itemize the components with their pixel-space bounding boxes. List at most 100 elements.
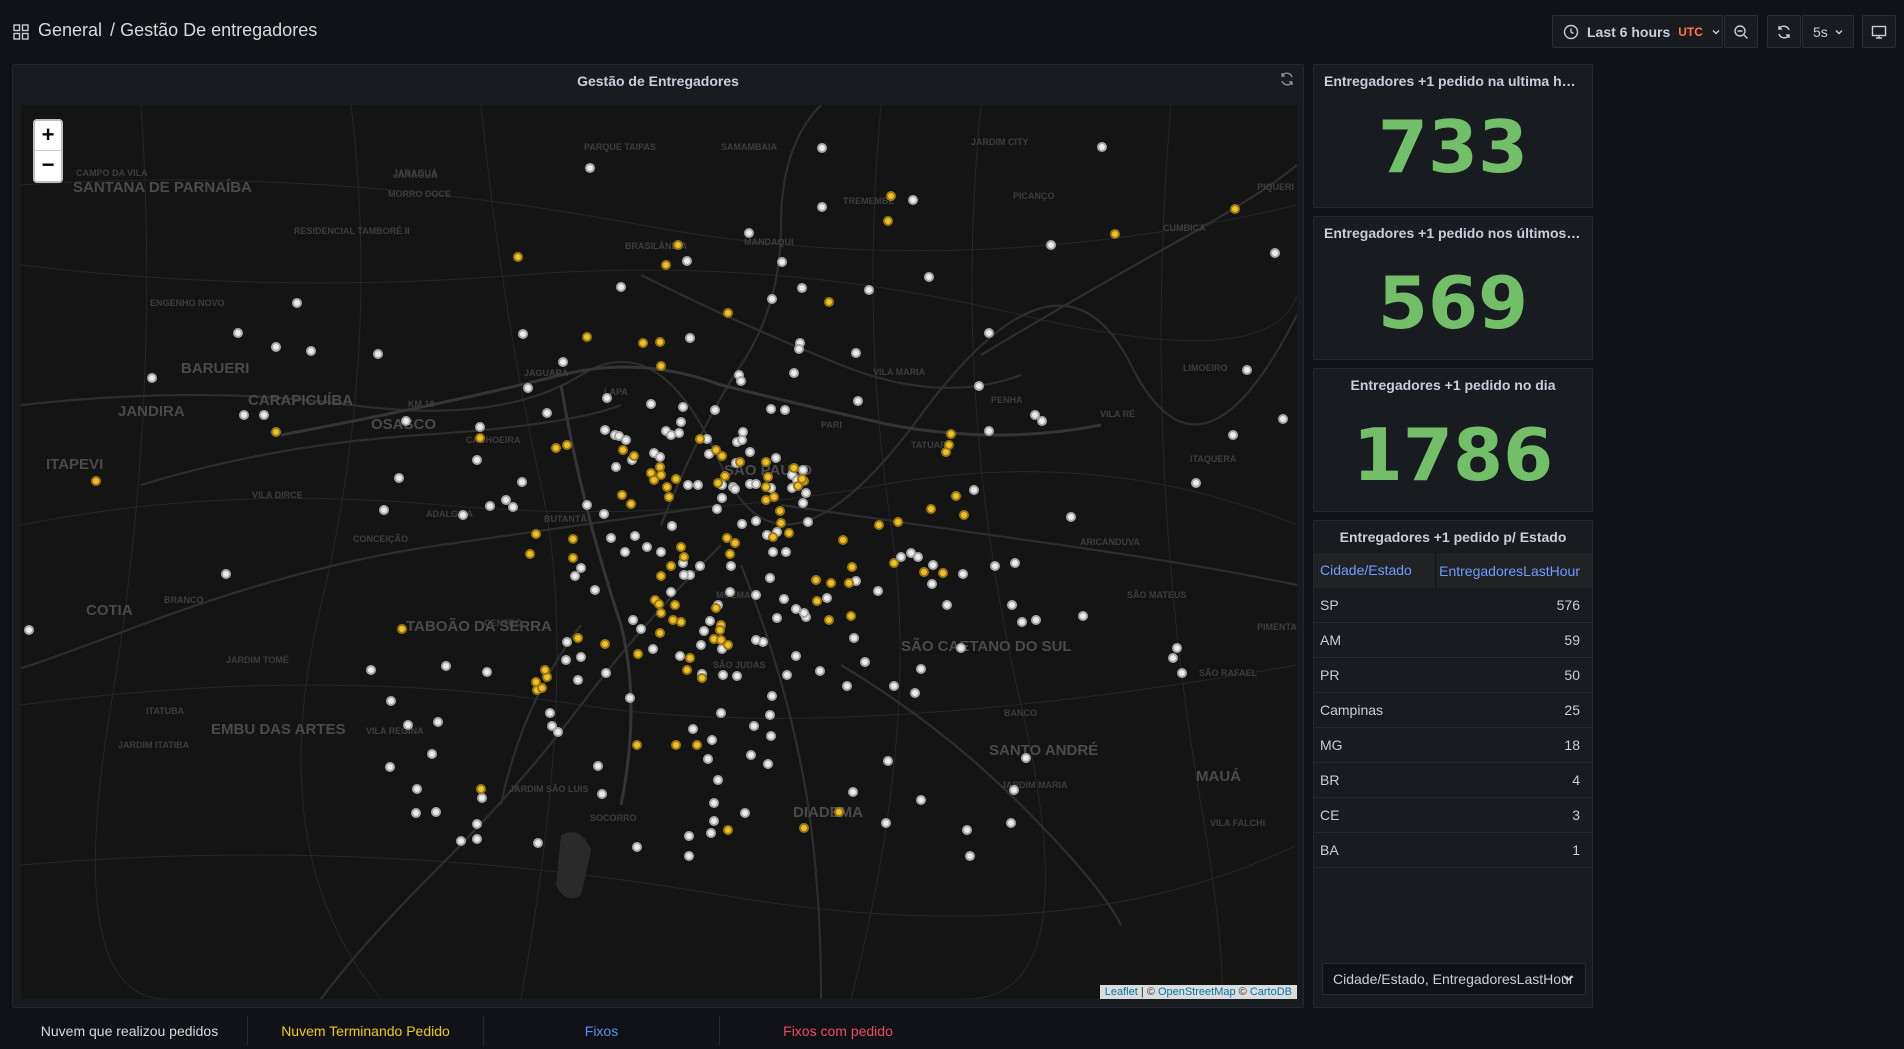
courier-marker-white[interactable]	[693, 480, 703, 490]
courier-marker-yellow[interactable]	[666, 561, 676, 571]
courier-marker-white[interactable]	[910, 688, 920, 698]
courier-marker-white[interactable]	[990, 561, 1000, 571]
courier-marker-white[interactable]	[791, 651, 801, 661]
courier-marker-white[interactable]	[717, 493, 727, 503]
courier-marker-white[interactable]	[147, 373, 157, 383]
courier-marker-yellow[interactable]	[889, 558, 899, 568]
courier-marker-white[interactable]	[703, 754, 713, 764]
courier-marker-yellow[interactable]	[695, 434, 705, 444]
courier-marker-yellow[interactable]	[656, 470, 666, 480]
courier-marker-white[interactable]	[737, 519, 747, 529]
courier-marker-yellow[interactable]	[926, 504, 936, 514]
courier-marker-yellow[interactable]	[513, 252, 523, 262]
courier-marker-white[interactable]	[656, 547, 666, 557]
courier-marker-yellow[interactable]	[761, 457, 771, 467]
map-canvas[interactable]: Santana de Parnaíba Barueri Jandira Carapic…	[21, 105, 1297, 999]
courier-marker-yellow[interactable]	[768, 532, 778, 542]
legend-item-fixos-com-pedido[interactable]: Fixos com pedido	[720, 1016, 956, 1046]
courier-marker-white[interactable]	[766, 404, 776, 414]
courier-marker-yellow[interactable]	[682, 665, 692, 675]
courier-marker-white[interactable]	[688, 724, 698, 734]
courier-marker-white[interactable]	[817, 143, 827, 153]
courier-marker-yellow[interactable]	[811, 575, 821, 585]
courier-marker-white[interactable]	[699, 626, 709, 636]
courier-marker-white[interactable]	[646, 399, 656, 409]
courier-marker-yellow[interactable]	[723, 308, 733, 318]
courier-marker-white[interactable]	[472, 819, 482, 829]
courier-marker-white[interactable]	[695, 561, 705, 571]
courier-marker-white[interactable]	[600, 425, 610, 435]
courier-marker-white[interactable]	[916, 795, 926, 805]
courier-marker-white[interactable]	[441, 661, 451, 671]
courier-marker-white[interactable]	[1006, 818, 1016, 828]
courier-marker-white[interactable]	[817, 202, 827, 212]
courier-marker-yellow[interactable]	[664, 492, 674, 502]
courier-marker-yellow[interactable]	[725, 549, 735, 559]
courier-marker-white[interactable]	[403, 720, 413, 730]
courier-marker-white[interactable]	[798, 498, 808, 508]
courier-marker-yellow[interactable]	[676, 617, 686, 627]
courier-marker-white[interactable]	[726, 561, 736, 571]
table-title[interactable]: Entregadores +1 pedido p/ Estado	[1314, 529, 1592, 545]
dashboards-grid-icon[interactable]	[13, 24, 29, 40]
courier-marker-white[interactable]	[518, 329, 528, 339]
courier-marker-white[interactable]	[1007, 600, 1017, 610]
courier-marker-yellow[interactable]	[959, 510, 969, 520]
stat-title[interactable]: Entregadores +1 pedido nos últimos 30 ..…	[1314, 225, 1592, 241]
courier-marker-white[interactable]	[740, 808, 750, 818]
courier-marker-yellow[interactable]	[1110, 229, 1120, 239]
courier-marker-yellow[interactable]	[775, 506, 785, 516]
courier-marker-yellow[interactable]	[671, 474, 681, 484]
courier-marker-white[interactable]	[881, 818, 891, 828]
courier-marker-yellow[interactable]	[715, 625, 725, 635]
courier-marker-white[interactable]	[602, 393, 612, 403]
courier-marker-white[interactable]	[411, 808, 421, 818]
courier-marker-yellow[interactable]	[655, 628, 665, 638]
column-header-cidade[interactable]: Cidade/Estado	[1314, 553, 1436, 588]
courier-marker-white[interactable]	[24, 625, 34, 635]
courier-marker-yellow[interactable]	[893, 517, 903, 527]
courier-marker-white[interactable]	[1010, 558, 1020, 568]
courier-marker-white[interactable]	[1097, 142, 1107, 152]
courier-marker-white[interactable]	[696, 640, 706, 650]
courier-marker-yellow[interactable]	[656, 608, 666, 618]
courier-marker-white[interactable]	[765, 573, 775, 583]
courier-marker-white[interactable]	[710, 405, 720, 415]
courier-marker-white[interactable]	[611, 462, 621, 472]
courier-marker-white[interactable]	[456, 836, 466, 846]
courier-marker-white[interactable]	[716, 708, 726, 718]
courier-marker-white[interactable]	[706, 828, 716, 838]
courier-marker-white[interactable]	[848, 787, 858, 797]
courier-marker-white[interactable]	[394, 473, 404, 483]
courier-marker-yellow[interactable]	[638, 338, 648, 348]
courier-marker-yellow[interactable]	[763, 472, 773, 482]
courier-marker-white[interactable]	[751, 590, 761, 600]
courier-marker-white[interactable]	[707, 735, 717, 745]
courier-marker-white[interactable]	[221, 569, 231, 579]
courier-marker-white[interactable]	[745, 447, 755, 457]
zoom-out-time-button[interactable]	[1724, 15, 1758, 48]
courier-marker-white[interactable]	[431, 807, 441, 817]
courier-marker-white[interactable]	[780, 405, 790, 415]
courier-marker-white[interactable]	[1278, 414, 1288, 424]
courier-marker-yellow[interactable]	[656, 361, 666, 371]
courier-marker-white[interactable]	[908, 195, 918, 205]
courier-marker-white[interactable]	[916, 664, 926, 674]
courier-marker-white[interactable]	[1021, 753, 1031, 763]
courier-marker-white[interactable]	[373, 349, 383, 359]
courier-marker-yellow[interactable]	[946, 429, 956, 439]
map-panel-title[interactable]: Gestão de Entregadores	[13, 73, 1303, 89]
courier-marker-white[interactable]	[803, 517, 813, 527]
courier-marker-yellow[interactable]	[626, 499, 636, 509]
refresh-interval-picker[interactable]: 5s	[1802, 15, 1854, 48]
courier-marker-white[interactable]	[685, 333, 695, 343]
courier-marker-white[interactable]	[974, 381, 984, 391]
courier-marker-white[interactable]	[751, 516, 761, 526]
courier-marker-white[interactable]	[306, 346, 316, 356]
courier-marker-white[interactable]	[562, 637, 572, 647]
courier-marker-yellow[interactable]	[761, 495, 771, 505]
courier-marker-yellow[interactable]	[582, 332, 592, 342]
courier-marker-white[interactable]	[851, 348, 861, 358]
courier-marker-white[interactable]	[630, 531, 640, 541]
courier-marker-white[interactable]	[401, 416, 411, 426]
